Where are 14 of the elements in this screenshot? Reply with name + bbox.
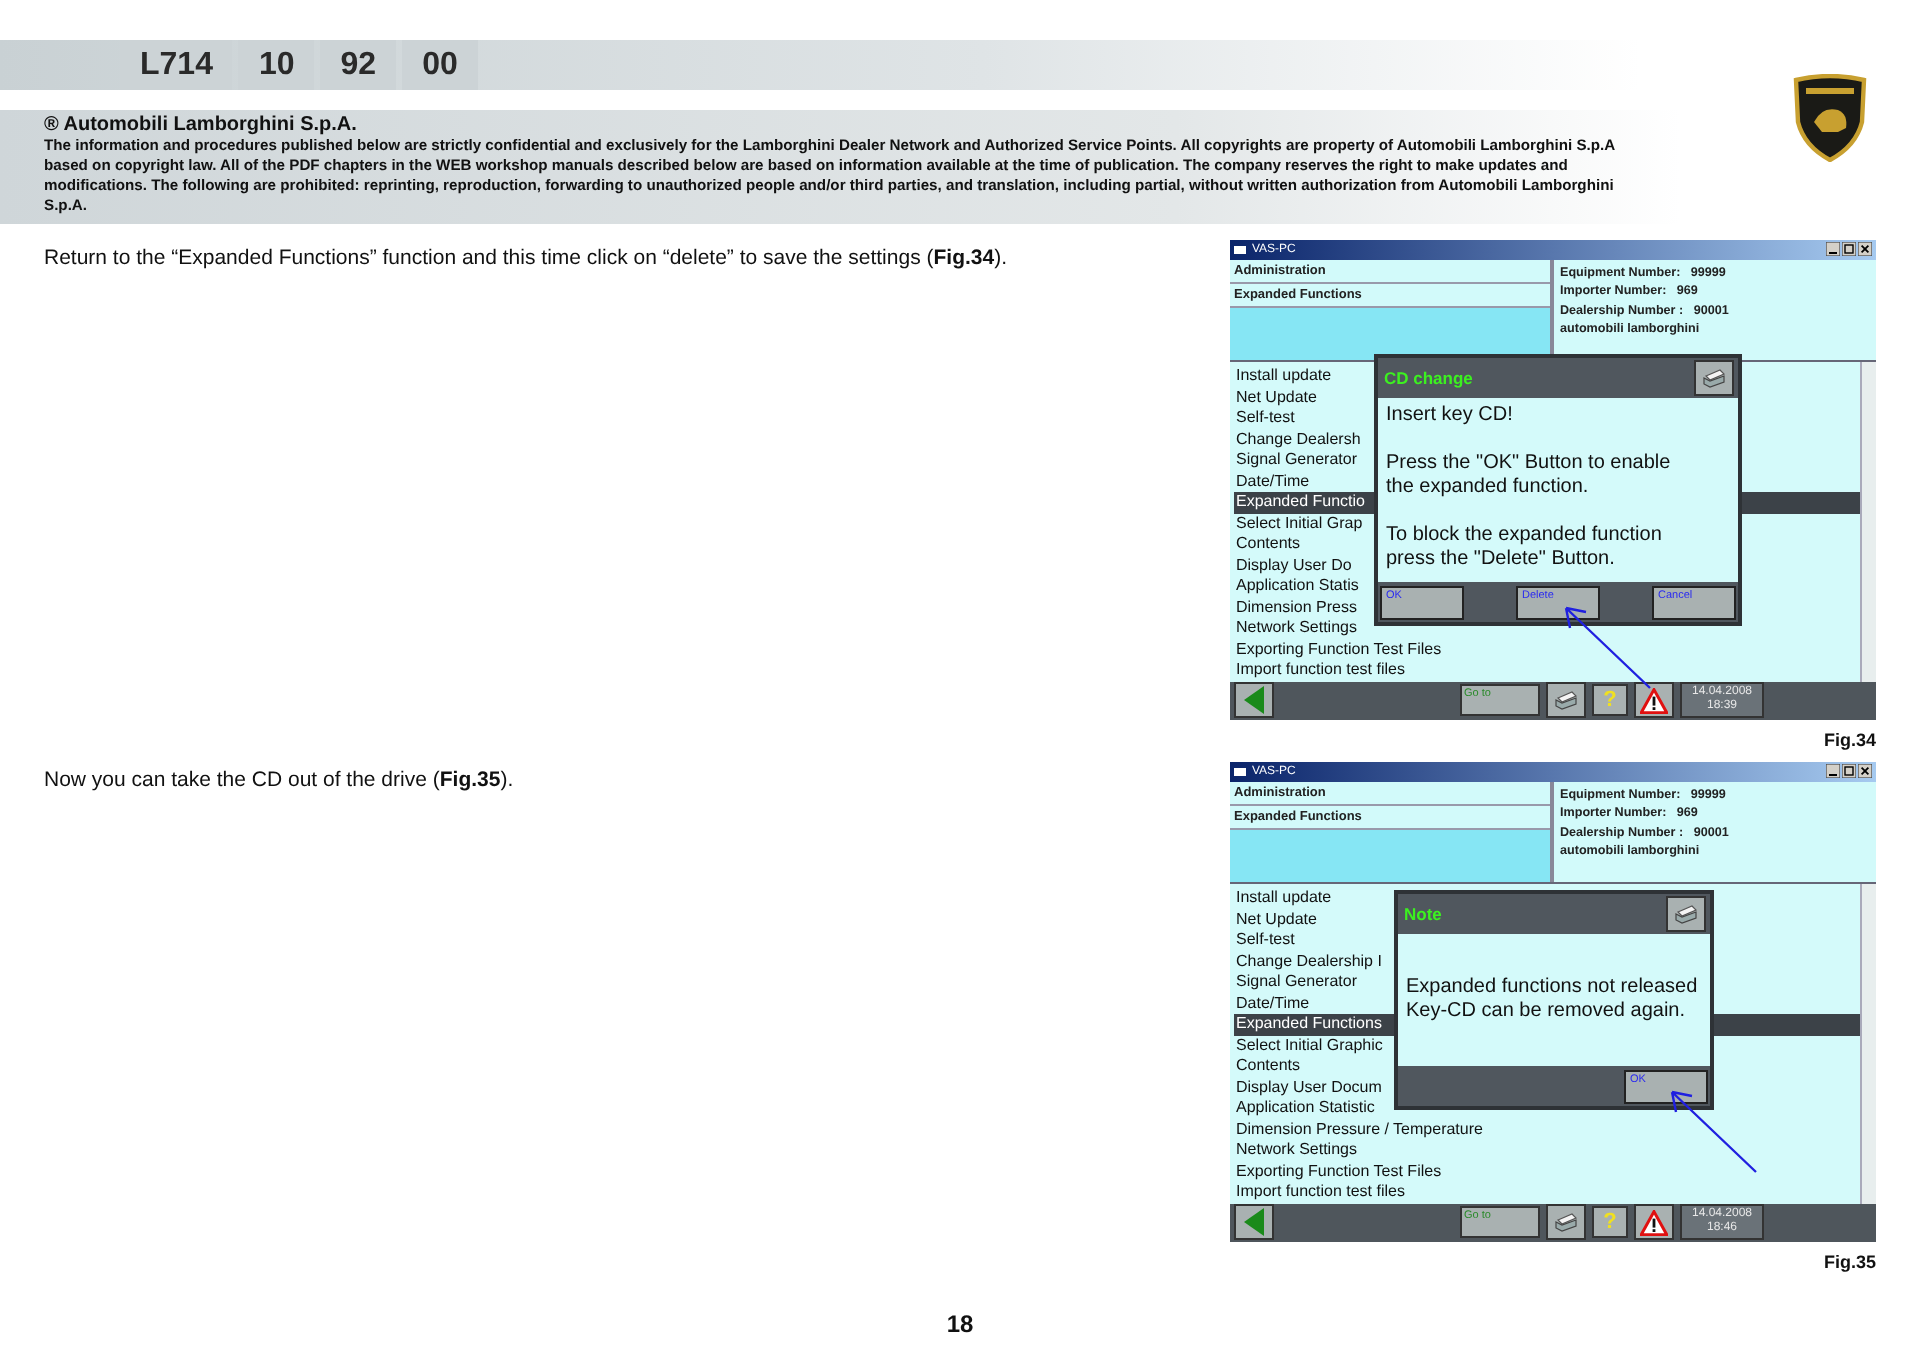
dialog-message: Expanded functions not released Key-CD can be removed again. bbox=[1406, 975, 1700, 1025]
page-number: 18 bbox=[944, 1310, 976, 1338]
figure-caption: Fig.35 bbox=[1823, 1252, 1876, 1272]
dialog-title: Note bbox=[1404, 904, 1442, 924]
document-code: 00 bbox=[402, 40, 478, 90]
dialog-message: To block the expanded function press the "Delete" Button. bbox=[1386, 523, 1664, 573]
notice-title: ® Automobili Lamborghini S.p.A. bbox=[44, 114, 359, 136]
figure-caption: Fig.34 bbox=[1823, 730, 1876, 750]
dialog-title: CD change bbox=[1384, 368, 1473, 388]
dialog-message: Insert key CD! bbox=[1386, 404, 1515, 429]
dialog-message: Press the "OK" Button to enable the expanded function. bbox=[1386, 451, 1673, 501]
document-code: 92 bbox=[320, 40, 397, 90]
instruction-text: Now you can take the CD out of the drive (Fig.35). bbox=[44, 768, 516, 796]
instruction-text: Return to the “Expanded Functions” function and this time click on “delete” to save the settings (Fig.34). bbox=[44, 246, 1009, 274]
